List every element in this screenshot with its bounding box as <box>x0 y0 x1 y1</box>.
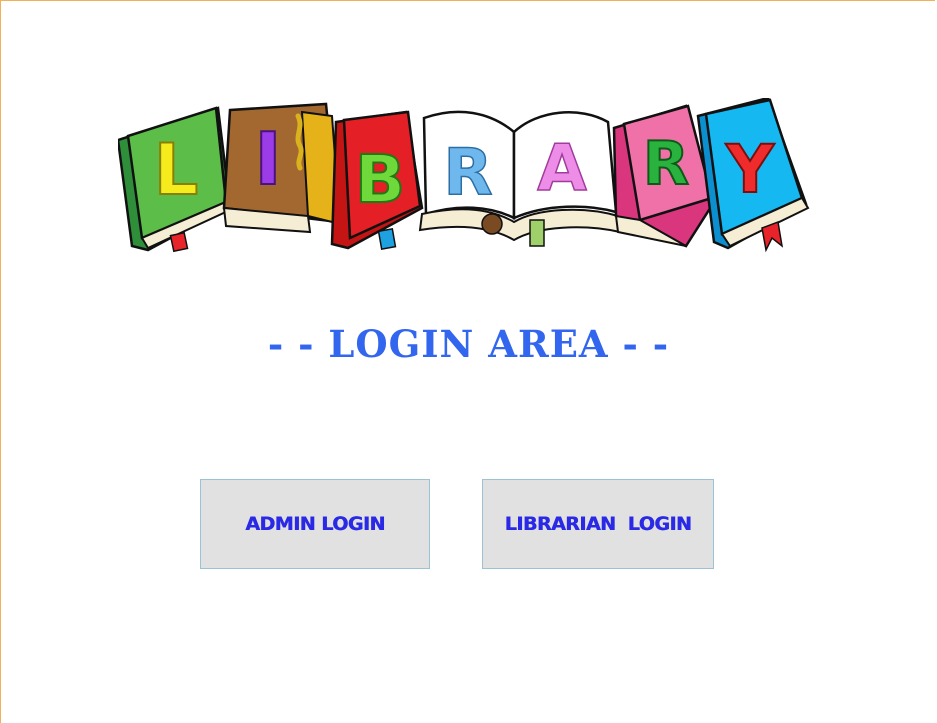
logo-book-l: L <box>118 106 232 253</box>
logo-letter: R <box>443 136 492 210</box>
logo-letter: B <box>355 141 405 218</box>
logo-letter: R <box>643 129 689 199</box>
librarian-login-button[interactable]: LIBRARIAN LOGIN <box>482 479 714 569</box>
logo-letter: Y <box>725 131 775 208</box>
logo-book-y: Y <box>696 98 810 253</box>
logo-book-open: R A <box>418 110 622 247</box>
admin-login-button[interactable]: ADMIN LOGIN <box>200 479 430 569</box>
logo-book-i: I <box>222 102 342 234</box>
logo-book-b: B <box>330 110 424 250</box>
logo-letter: I <box>255 117 282 201</box>
logo-letter: L <box>154 129 199 211</box>
login-area-title: - - LOGIN AREA - - <box>267 322 670 366</box>
library-logo: L I B R A R Y <box>118 98 810 256</box>
logo-letter: A <box>537 132 587 206</box>
